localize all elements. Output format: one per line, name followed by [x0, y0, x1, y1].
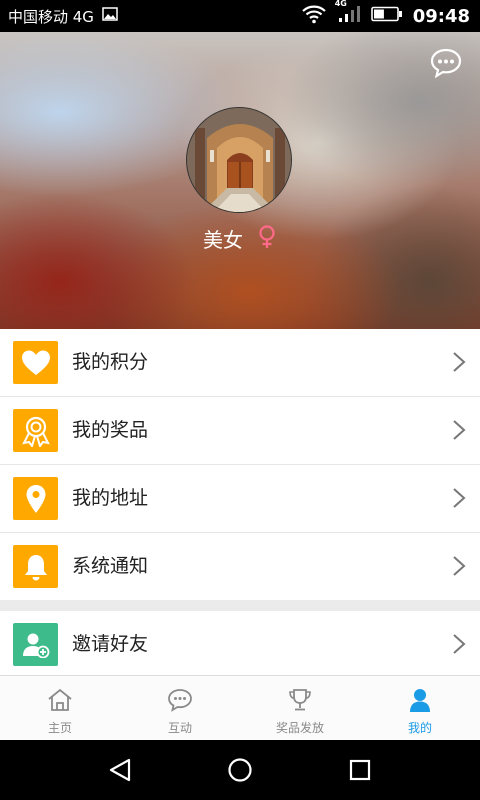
tab-prize-distribution[interactable]: 奖品发放: [240, 676, 360, 741]
status-right: 4G 09:48: [291, 0, 470, 32]
username-row: 美女: [0, 224, 480, 253]
home-circle-icon[interactable]: [220, 750, 260, 790]
recents-icon[interactable]: [340, 750, 380, 790]
home-icon: [47, 688, 73, 716]
heart-icon: [13, 341, 58, 384]
wifi-icon: [301, 4, 327, 28]
award-ribbon-icon: [13, 409, 58, 452]
chevron-right-icon: [453, 352, 466, 372]
tab-mine[interactable]: 我的: [360, 676, 480, 741]
menu-item-label: 我的地址: [72, 487, 149, 509]
back-icon[interactable]: [100, 750, 140, 790]
username: 美女: [203, 228, 243, 252]
system-nav-bar: [0, 740, 480, 800]
location-pin-icon: [13, 477, 58, 520]
tab-label: 主页: [47, 721, 72, 735]
user-icon: [407, 688, 433, 716]
image-icon: [102, 7, 118, 25]
menu-item-invite[interactable]: 邀请好友: [0, 611, 480, 679]
menu-item-label: 系统通知: [72, 555, 149, 577]
status-left: 中国移动 4G: [8, 0, 118, 32]
signal-icon: 4G: [335, 0, 361, 27]
network-type-label: 4G: [334, 0, 347, 8]
menu-item-prizes[interactable]: 我的奖品: [0, 397, 480, 465]
tab-interact[interactable]: 互动: [120, 676, 240, 741]
profile-header: 美女: [0, 32, 480, 329]
bottom-tab-bar: 主页 互动 奖品发放 我的: [0, 675, 480, 741]
clock: 09:48: [412, 5, 470, 27]
chevron-right-icon: [453, 634, 466, 654]
section-divider: [0, 600, 480, 611]
avatar[interactable]: [186, 107, 292, 213]
chat-icon: [167, 688, 193, 716]
chevron-right-icon: [453, 420, 466, 440]
bell-icon: [13, 545, 58, 588]
menu-item-label: 我的奖品: [72, 419, 149, 441]
menu-item-label: 我的积分: [72, 351, 149, 373]
menu-list: 我的积分 我的奖品 我的地址 系统通知 邀请好友: [0, 329, 480, 679]
chevron-right-icon: [453, 488, 466, 508]
add-user-icon: [13, 623, 58, 666]
menu-item-address[interactable]: 我的地址: [0, 465, 480, 533]
tab-home[interactable]: 主页: [0, 676, 120, 741]
tab-label: 互动: [167, 721, 192, 735]
trophy-icon: [287, 688, 313, 716]
battery-icon: [370, 6, 403, 26]
female-icon: [257, 224, 277, 253]
chevron-right-icon: [453, 556, 466, 576]
chat-bubble-icon[interactable]: [430, 48, 462, 79]
status-bar: 中国移动 4G 4G 09:48: [0, 0, 480, 32]
carrier-label: 中国移动 4G: [8, 7, 94, 26]
tab-label: 奖品发放: [275, 721, 324, 735]
menu-item-notifications[interactable]: 系统通知: [0, 533, 480, 600]
menu-item-label: 邀请好友: [72, 633, 149, 655]
tab-label: 我的: [407, 721, 432, 735]
menu-item-points[interactable]: 我的积分: [0, 329, 480, 397]
